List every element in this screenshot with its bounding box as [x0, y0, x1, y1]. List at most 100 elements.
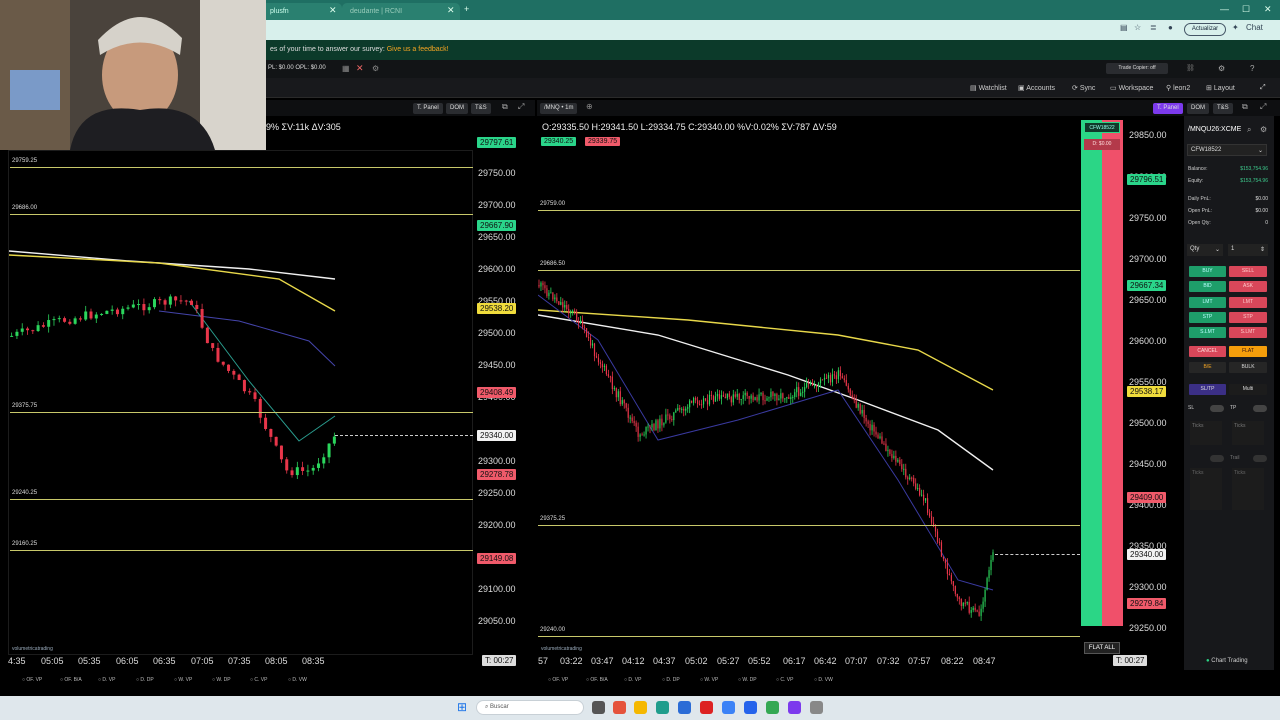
- browser-tab-2[interactable]: deudante | RCNI: [342, 3, 460, 20]
- right-indicator-toggle[interactable]: ○ C. VP: [776, 677, 793, 683]
- flat-button[interactable]: FLAT: [1229, 346, 1267, 357]
- symbol-selector[interactable]: /MNQ • 1m: [540, 103, 578, 114]
- app-icon-3[interactable]: [722, 701, 735, 714]
- left-indicator-toggle[interactable]: ○ W. DP: [212, 677, 231, 683]
- buy-order-button[interactable]: STP: [1189, 312, 1226, 323]
- close-window-icon[interactable]: ✕: [1264, 4, 1272, 15]
- trade-copier-button[interactable]: Trade Copier: off: [1106, 63, 1168, 74]
- left-ts-button[interactable]: T&S: [471, 103, 491, 114]
- minimize-icon[interactable]: —: [1220, 4, 1229, 14]
- left-indicator-toggle[interactable]: ○ D. DP: [136, 677, 154, 683]
- popout-icon[interactable]: ⧉: [502, 102, 508, 112]
- cross-icon[interactable]: ✕: [356, 63, 364, 74]
- file-explorer-icon[interactable]: [634, 701, 647, 714]
- chart-trading-toggle[interactable]: ● Chart Trading: [1206, 658, 1248, 664]
- right-ts-button[interactable]: T&S: [1213, 103, 1233, 114]
- taskbar-search[interactable]: ⌕ Buscar: [476, 700, 584, 715]
- close-icon[interactable]: ✕: [329, 5, 337, 16]
- trail-toggle[interactable]: [1253, 455, 1267, 462]
- settings-icon[interactable]: ⚙: [372, 64, 379, 73]
- qty-select[interactable]: Qty ⌄: [1187, 244, 1223, 256]
- favorite-icon[interactable]: ☆: [1134, 23, 1141, 32]
- account-badge[interactable]: CFW18522: [1084, 122, 1120, 133]
- breakeven-button[interactable]: B/E: [1189, 362, 1226, 373]
- left-indicator-toggle[interactable]: ○ OF. B/A: [60, 677, 82, 683]
- buy-order-button[interactable]: S.LMT: [1189, 327, 1226, 338]
- sell-order-button[interactable]: ASK: [1229, 281, 1267, 292]
- bid-box[interactable]: 29340.25: [541, 137, 577, 146]
- sell-order-button[interactable]: SELL: [1229, 266, 1267, 277]
- app-icon-1[interactable]: [613, 701, 626, 714]
- help-icon[interactable]: ?: [1250, 64, 1254, 73]
- update-button[interactable]: Actualizar: [1184, 23, 1226, 36]
- left-dom-button[interactable]: DOM: [446, 103, 468, 114]
- chrome-icon[interactable]: [766, 701, 779, 714]
- maximize-chart-icon[interactable]: ⤢: [518, 102, 524, 112]
- task-view-icon[interactable]: [592, 701, 605, 714]
- tp-toggle[interactable]: [1253, 405, 1267, 412]
- expand-icon[interactable]: ⤢: [1260, 84, 1266, 92]
- maximize-chart-icon-right[interactable]: ⤢: [1260, 102, 1266, 112]
- reader-icon[interactable]: ▤: [1120, 23, 1128, 32]
- right-indicator-toggle[interactable]: ○ D. DP: [662, 677, 680, 683]
- be-ticks-input[interactable]: Ticks: [1190, 468, 1222, 510]
- right-indicator-toggle[interactable]: ○ W. DP: [738, 677, 757, 683]
- store-icon[interactable]: [678, 701, 691, 714]
- link-icon[interactable]: ⛓: [1186, 64, 1195, 72]
- multi-tab[interactable]: Multi: [1229, 384, 1267, 395]
- trail-ticks-input[interactable]: Ticks: [1232, 468, 1264, 510]
- right-indicator-toggle[interactable]: ○ OF. VP: [548, 677, 568, 683]
- app-icon-4[interactable]: [744, 701, 757, 714]
- flat-all-button[interactable]: FLAT ALL: [1084, 642, 1120, 654]
- search-icon[interactable]: ⌕: [1247, 125, 1251, 135]
- right-dom-button[interactable]: DOM: [1187, 103, 1209, 114]
- feedback-link[interactable]: Give us a feedback!: [387, 46, 449, 53]
- right-chart-area[interactable]: [537, 150, 1083, 655]
- sltp-tab[interactable]: SL/TP: [1189, 384, 1226, 395]
- dom-ask-column[interactable]: [1102, 120, 1123, 626]
- be-toggle[interactable]: [1210, 455, 1224, 462]
- left-indicator-toggle[interactable]: ○ C. VP: [250, 677, 267, 683]
- gear-icon[interactable]: ⚙: [1260, 125, 1267, 134]
- ask-box[interactable]: 29339.75: [585, 137, 621, 146]
- sl-toggle[interactable]: [1210, 405, 1224, 412]
- sell-order-button[interactable]: S.LMT: [1229, 327, 1267, 338]
- nav-user[interactable]: ⚲ leon2: [1166, 84, 1190, 92]
- qty-input[interactable]: 1 ⇕: [1228, 244, 1268, 256]
- right-tpanel-button[interactable]: T. Panel: [1153, 103, 1183, 114]
- copilot-icon[interactable]: ✦: [1232, 23, 1239, 32]
- edge-icon[interactable]: [656, 701, 669, 714]
- left-indicator-toggle[interactable]: ○ D. VW: [288, 677, 307, 683]
- right-indicator-toggle[interactable]: ○ D. VW: [814, 677, 833, 683]
- right-indicator-toggle[interactable]: ○ W. VP: [700, 677, 718, 683]
- maximize-icon[interactable]: ☐: [1242, 4, 1250, 15]
- dom-bid-column[interactable]: [1081, 120, 1102, 626]
- sell-order-button[interactable]: STP: [1229, 312, 1267, 323]
- left-tpanel-button[interactable]: T. Panel: [413, 103, 443, 114]
- windows-start-icon[interactable]: ⊞: [457, 700, 467, 714]
- buy-order-button[interactable]: LMT: [1189, 297, 1226, 308]
- buy-order-button[interactable]: BUY: [1189, 266, 1226, 277]
- sl-ticks-input[interactable]: Ticks: [1190, 421, 1222, 445]
- cancel-button[interactable]: CANCEL: [1189, 346, 1226, 357]
- nav-accounts[interactable]: ▣ Accounts: [1018, 84, 1055, 92]
- app-icon-5[interactable]: [788, 701, 801, 714]
- settings-icon-2[interactable]: ⚙: [1218, 64, 1225, 73]
- left-indicator-toggle[interactable]: ○ W. VP: [174, 677, 192, 683]
- sell-order-button[interactable]: LMT: [1229, 297, 1267, 308]
- right-indicator-toggle[interactable]: ○ OF. B/A: [586, 677, 608, 683]
- profile-icon[interactable]: ●: [1168, 23, 1173, 32]
- left-chart-area[interactable]: [8, 150, 473, 655]
- nav-layout[interactable]: ⊞ Layout: [1206, 84, 1235, 92]
- buy-order-button[interactable]: BID: [1189, 281, 1226, 292]
- close-icon[interactable]: ✕: [447, 5, 455, 16]
- nav-sync[interactable]: ⟳ Sync: [1072, 84, 1095, 92]
- left-indicator-toggle[interactable]: ○ D. VP: [98, 677, 115, 683]
- grid-icon[interactable]: ▦: [342, 64, 350, 73]
- app-icon-6[interactable]: [810, 701, 823, 714]
- popout-icon-right[interactable]: ⧉: [1242, 102, 1248, 112]
- account-select[interactable]: CFW18522 ⌄: [1187, 144, 1267, 156]
- app-icon-2[interactable]: [700, 701, 713, 714]
- favorites-list-icon[interactable]: ≣: [1150, 23, 1157, 32]
- nav-watchlist[interactable]: ▤ Watchlist: [970, 84, 1007, 92]
